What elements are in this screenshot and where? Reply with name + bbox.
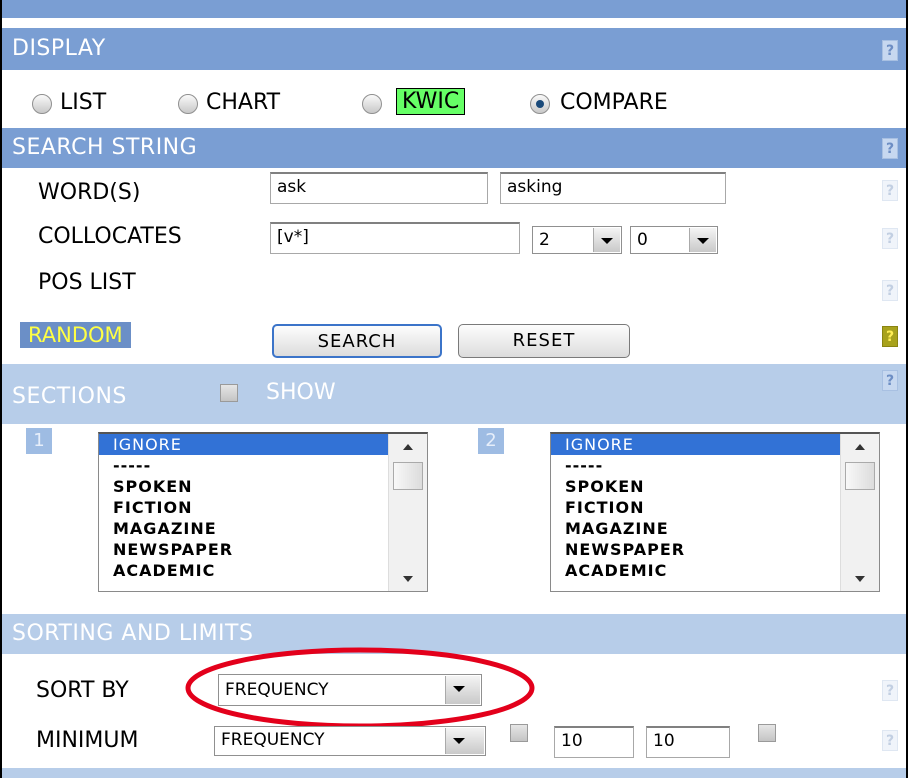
search-string-title: SEARCH STRING (12, 135, 198, 160)
words-help-icon[interactable]: ? (882, 180, 898, 201)
sort-by-help-icon[interactable]: ? (882, 680, 898, 701)
chevron-down-icon[interactable] (445, 728, 484, 754)
search-string-help-icon[interactable]: ? (882, 138, 898, 159)
radio-list-label: LIST (60, 90, 107, 115)
section1-number: 1 (26, 428, 52, 454)
span-left-value: 2 (539, 230, 550, 250)
random-help-icon[interactable]: ? (882, 326, 898, 347)
radio-kwic[interactable] (362, 94, 382, 114)
display-title: DISPLAY (12, 36, 106, 61)
radio-compare-label: COMPARE (560, 90, 668, 115)
list-item[interactable]: ACADEMIC (99, 560, 427, 581)
display-help-icon[interactable]: ? (882, 40, 898, 61)
minimum-select[interactable]: FREQUENCY (214, 726, 486, 756)
radio-list[interactable] (32, 94, 52, 114)
listbox-scrollbar[interactable] (388, 434, 427, 591)
list-item[interactable]: NEWSPAPER (551, 539, 879, 560)
section1-listbox[interactable]: IGNORE ----- SPOKEN FICTION MAGAZINE NEW… (98, 432, 428, 592)
pos-list-help-icon[interactable]: ? (882, 280, 898, 301)
list-item[interactable]: MAGAZINE (551, 518, 879, 539)
section2-listbox[interactable]: IGNORE ----- SPOKEN FICTION MAGAZINE NEW… (550, 432, 880, 592)
collocates-input[interactable]: [v*] (270, 222, 520, 254)
radio-chart[interactable] (178, 94, 198, 114)
words-label: WORD(S) (38, 180, 141, 205)
random-button[interactable]: RANDOM (20, 322, 131, 348)
minimum-label: MINIMUM (36, 728, 139, 753)
list-item[interactable]: ----- (551, 455, 879, 476)
span-left-select[interactable]: 2 (532, 226, 622, 254)
listbox-scrollbar[interactable] (840, 434, 879, 591)
minimum-checkbox-1[interactable] (510, 724, 528, 742)
scroll-up-icon[interactable] (403, 444, 413, 450)
minimum-help-icon[interactable]: ? (882, 730, 898, 751)
minimum-checkbox-2[interactable] (758, 724, 776, 742)
scroll-down-icon[interactable] (855, 576, 865, 582)
radio-chart-label: CHART (206, 90, 281, 115)
section2-number: 2 (478, 428, 504, 454)
list-item[interactable]: SPOKEN (99, 476, 427, 497)
list-item[interactable]: FICTION (551, 497, 879, 518)
sorting-title: SORTING AND LIMITS (12, 621, 254, 646)
scroll-thumb[interactable] (393, 462, 423, 490)
minimum-value: FREQUENCY (221, 730, 325, 750)
list-item[interactable]: ----- (99, 455, 427, 476)
reset-button[interactable]: RESET (458, 324, 630, 358)
list-item[interactable]: FICTION (99, 497, 427, 518)
span-right-value: 0 (637, 230, 648, 250)
bottom-section-header (2, 768, 906, 778)
display-section-header: DISPLAY (2, 28, 906, 70)
word2-input[interactable]: asking (500, 172, 726, 204)
search-string-header: SEARCH STRING (2, 128, 906, 168)
radio-kwic-label: KWIC (396, 88, 466, 115)
search-button[interactable]: SEARCH (272, 324, 442, 358)
sections-show-label: SHOW (266, 380, 336, 405)
scroll-up-icon[interactable] (855, 444, 865, 450)
list-item[interactable]: NEWSPAPER (99, 539, 427, 560)
word1-input[interactable]: ask (270, 172, 488, 204)
red-annotation-ellipse (185, 647, 535, 729)
collocates-help-icon[interactable]: ? (882, 228, 898, 249)
radio-compare[interactable] (530, 94, 550, 114)
list-item[interactable]: IGNORE (99, 434, 427, 455)
scroll-down-icon[interactable] (403, 576, 413, 582)
sections-title: SECTIONS (12, 384, 127, 409)
list-item[interactable]: ACADEMIC (551, 560, 879, 581)
list-item[interactable]: IGNORE (551, 434, 879, 455)
chevron-down-icon[interactable] (689, 228, 716, 252)
span-right-select[interactable]: 0 (630, 226, 718, 254)
sort-by-label: SORT BY (36, 678, 129, 703)
sections-header: SECTIONS (2, 364, 906, 424)
min-value1-input[interactable]: 10 (554, 726, 634, 758)
chevron-down-icon[interactable] (593, 228, 620, 252)
scroll-thumb[interactable] (845, 462, 875, 490)
list-item[interactable]: SPOKEN (551, 476, 879, 497)
min-value2-input[interactable]: 10 (646, 726, 730, 758)
sections-show-checkbox[interactable] (220, 384, 238, 402)
top-header-strip (2, 0, 906, 18)
sections-help-icon[interactable]: ? (882, 370, 898, 391)
pos-list-label: POS LIST (38, 270, 136, 295)
list-item[interactable]: MAGAZINE (99, 518, 427, 539)
search-panel: DISPLAY ? LIST CHART KWIC COMPARE SEARCH… (0, 0, 908, 778)
collocates-label: COLLOCATES (38, 224, 182, 249)
